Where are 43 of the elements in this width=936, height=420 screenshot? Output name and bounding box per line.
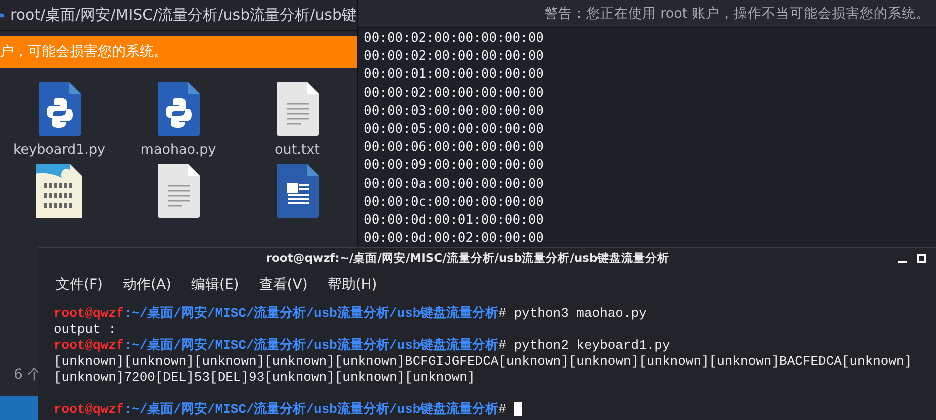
data-line: 00:00:02:00:00:00:00:00 [364,48,546,66]
prompt-user: root@qwzf [54,402,124,416]
data-line: 00:00:02:00:00:00:00:00 [364,30,546,48]
document-file-icon [276,164,318,218]
text-file-icon [158,164,200,218]
data-line: 00:00:0d:00:02:00:00:00 [364,230,546,248]
binary-file-icon [36,164,84,218]
python-file-icon [38,82,80,136]
warning-text: 警告：您正在使用 root 账户，操作不当可能会损害您的系统。 [544,4,930,22]
file-name[interactable]: out.txt [275,142,320,158]
file-name[interactable]: maohao.py [140,142,216,158]
menu-item[interactable]: 帮助(H) [328,276,378,294]
menu-item[interactable]: 文件(F) [56,276,103,294]
output-text: output : [54,322,116,336]
command-text: # python3 maohao.py [498,306,647,320]
prompt-path: :~/桌面/网安/MISC/流量分析/usb流量分析/usb键盘流量分析 [124,304,499,322]
maximize-icon[interactable] [917,254,926,263]
data-line: 00:00:0d:00:01:00:00:00 [364,212,546,230]
text-file-icon [276,82,318,136]
data-line: 00:00:06:00:00:00:00:00 [364,139,546,158]
warning-banner: 户，可能会损害您的系统。 [0,36,357,68]
file-name[interactable]: keyboard1.py [13,142,106,158]
output-text: [unknown][unknown][unknown][unknown][unknown]BCFGIJGFEDCA[unknown][unknown][unknown][unknown]BACFEDCA[unknown] [54,354,912,368]
data-line: 00:00:0c:00:00:00:00:00 [364,194,546,212]
python-file-icon [158,82,200,136]
prompt-path: :~/桌面/网安/MISC/流量分析/usb流量分析/usb键盘流量分析 [124,336,499,354]
window-title: root@qwzf:~/桌面/网安/MISC/流量分析/usb流量分析/usb键盘流量分析 [265,251,671,266]
command-text: # python2 keyboard1.py [498,338,670,352]
prompt-user: root@qwzf [54,306,124,320]
data-line: 00:00:0a:00:00:00:00:00 [364,176,546,194]
output-text: [unknown]7200[DEL]53[DEL]93[unknown][unknown][unknown] [54,370,476,384]
prompt-user: root@qwzf [54,338,124,352]
menu-item[interactable]: 查看(V) [259,276,308,294]
desktop-background [0,396,38,420]
menu-item[interactable]: 编辑(E) [192,276,240,294]
menu-item[interactable]: 动作(A) [122,276,172,294]
data-line: 00:00:03:00:00:00:00:00 [364,102,546,121]
command-text: # [498,402,506,416]
prompt-path: :~/桌面/网安/MISC/流量分析/usb流量分析/usb键盘流量分析 [124,400,499,418]
data-line: 00:00:02:00:00:00:00:00 [364,84,546,103]
data-line: 00:00:09:00:00:00:00:00 [364,157,546,176]
data-line: 00:00:05:00:00:00:00:00 [364,121,546,140]
data-line: 00:00:01:00:00:00:00:00 [364,66,546,84]
